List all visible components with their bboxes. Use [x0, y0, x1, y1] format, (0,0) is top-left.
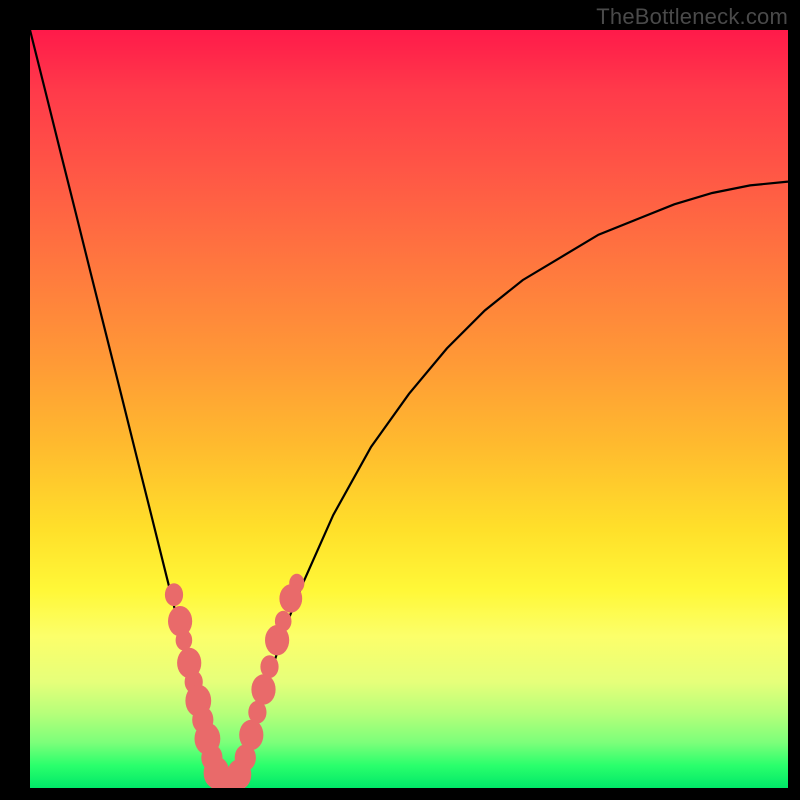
data-marker: [251, 674, 275, 704]
curve-overlay: [30, 30, 788, 788]
plot-area: [30, 30, 788, 788]
data-marker: [176, 630, 193, 651]
data-marker: [239, 720, 263, 750]
watermark-text: TheBottleneck.com: [596, 4, 788, 30]
bottleneck-curve: [30, 30, 788, 788]
data-marker: [165, 583, 183, 606]
data-marker: [260, 655, 278, 678]
data-marker: [289, 574, 304, 593]
data-marker: [275, 611, 292, 632]
chart-frame: TheBottleneck.com: [0, 0, 800, 800]
data-markers: [165, 574, 305, 788]
